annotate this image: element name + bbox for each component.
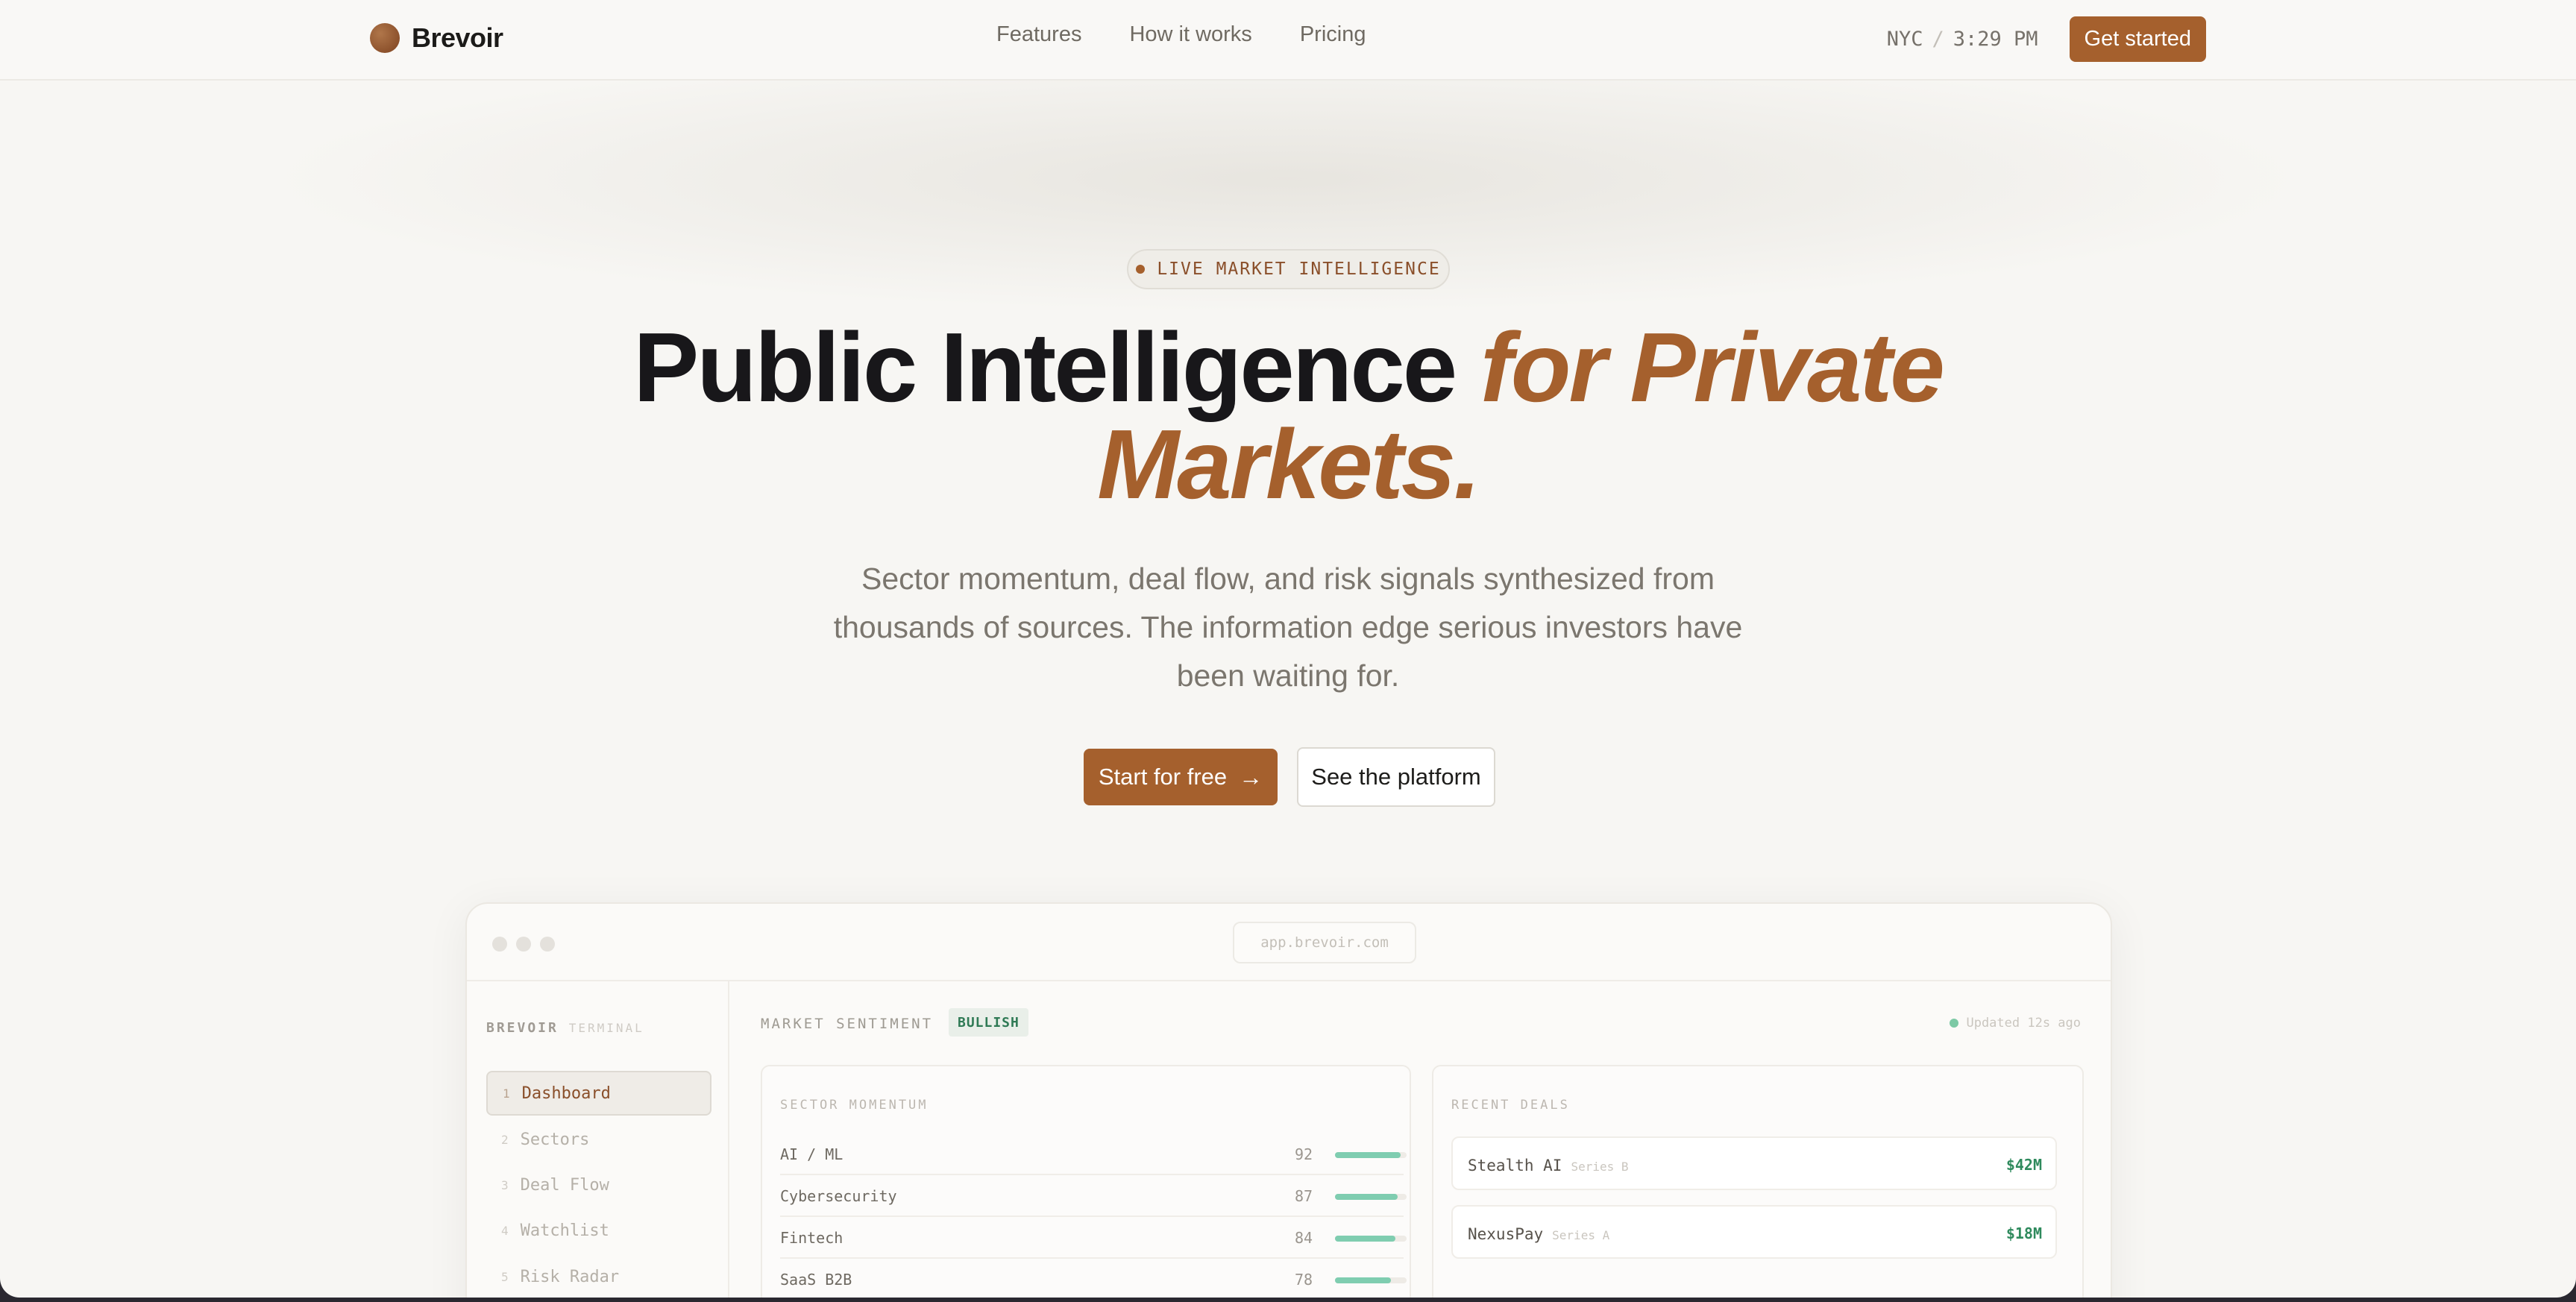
sidebar-item-number: 4 bbox=[501, 1223, 509, 1238]
momentum-bar bbox=[1335, 1236, 1407, 1242]
hero-cta-row: Start for free → See the platform bbox=[1084, 747, 1495, 807]
sidebar-item-deal-flow[interactable]: 3 Deal Flow bbox=[486, 1163, 711, 1207]
deal-name: NexusPay bbox=[1468, 1225, 1544, 1243]
arrow-right-icon: → bbox=[1239, 763, 1263, 790]
see-the-platform-button[interactable]: See the platform bbox=[1297, 747, 1495, 807]
recent-deals-panel: RECENT DEALS Stealth AI Series B $42M Nexus… bbox=[1432, 1065, 2084, 1298]
sector-name: AI / ML bbox=[780, 1145, 844, 1163]
momentum-bar-fill bbox=[1335, 1194, 1398, 1200]
list-item[interactable]: Stealth AI Series B $42M bbox=[1451, 1136, 2057, 1190]
updated-text: Updated 12s ago bbox=[1966, 1016, 2081, 1031]
momentum-bar bbox=[1335, 1277, 1407, 1283]
momentum-bar bbox=[1335, 1152, 1407, 1158]
sidebar-item-number: 5 bbox=[501, 1269, 509, 1284]
deal-name: Stealth AI bbox=[1468, 1157, 1562, 1174]
hero-subtext: Sector momentum, deal flow, and risk sig… bbox=[833, 562, 1743, 693]
deal-name-wrap: NexusPay Series A bbox=[1468, 1225, 1609, 1243]
sector-score: 87 bbox=[1295, 1187, 1313, 1205]
window-dot-icon bbox=[492, 937, 507, 952]
city-time-separator: / bbox=[1932, 28, 1944, 51]
sidebar-item-sectors[interactable]: 2 Sectors bbox=[486, 1117, 711, 1162]
sidebar-item-number: 2 bbox=[501, 1132, 509, 1147]
terminal-brand: BREVOIR TERMINAL bbox=[486, 1020, 644, 1036]
sector-name: SaaS B2B bbox=[780, 1271, 852, 1289]
top-nav: Brevoir Features How it works Pricing NY… bbox=[0, 0, 2576, 81]
table-row[interactable]: Cybersecurity 87 bbox=[780, 1175, 1407, 1217]
momentum-bar bbox=[1335, 1194, 1407, 1200]
app-preview: app.brevoir.com BREVOIR TERMINAL 1 Dashb… bbox=[465, 902, 2112, 1298]
sidebar-item-label: Deal Flow bbox=[520, 1175, 609, 1195]
live-badge-text: LIVE MARKET INTELLIGENCE bbox=[1157, 260, 1441, 279]
start-for-free-label: Start for free bbox=[1098, 764, 1228, 790]
deal-amount: $18M bbox=[2005, 1224, 2042, 1242]
app-window-bar: app.brevoir.com bbox=[467, 904, 2111, 981]
panel-title: SECTOR MOMENTUM bbox=[780, 1098, 929, 1113]
sentiment-badge: BULLISH bbox=[949, 1008, 1028, 1037]
sidebar-item-risk-radar[interactable]: 5 Risk Radar bbox=[486, 1254, 711, 1298]
window-dot-icon bbox=[540, 937, 555, 952]
sector-name: Cybersecurity bbox=[780, 1187, 897, 1205]
table-row[interactable]: SaaS B2B 78 bbox=[780, 1259, 1407, 1298]
brand-dot-icon bbox=[370, 23, 400, 53]
sidebar-item-label: Dashboard bbox=[521, 1084, 611, 1103]
get-started-button[interactable]: Get started bbox=[2069, 16, 2206, 62]
sidebar-item-watchlist[interactable]: 4 Watchlist bbox=[486, 1208, 711, 1253]
table-row[interactable]: AI / ML 92 bbox=[780, 1133, 1407, 1175]
momentum-bar-fill bbox=[1335, 1277, 1391, 1283]
sector-score: 92 bbox=[1295, 1145, 1313, 1163]
headline-accent-2: Markets. bbox=[1097, 409, 1481, 519]
sidebar-item-label: Risk Radar bbox=[520, 1267, 620, 1286]
updated-status: Updated 12s ago bbox=[1950, 1016, 2081, 1031]
nav-right: NYC / 3:29 PM Get started bbox=[1887, 16, 2206, 62]
sidebar-item-number: 3 bbox=[501, 1177, 509, 1192]
list-item[interactable]: NexusPay Series A $18M bbox=[1451, 1205, 2057, 1259]
nav-link-features[interactable]: Features bbox=[996, 22, 1081, 47]
sidebar-item-label: Sectors bbox=[520, 1130, 590, 1149]
deal-series: Series B bbox=[1571, 1160, 1629, 1174]
nav-link-how-it-works[interactable]: How it works bbox=[1129, 22, 1251, 47]
headline-plain: Public Intelligence bbox=[633, 312, 1480, 422]
city-label: NYC bbox=[1886, 28, 1923, 51]
sector-score: 78 bbox=[1295, 1271, 1313, 1289]
brand-name: Brevoir bbox=[412, 22, 503, 53]
sector-name: Fintech bbox=[780, 1229, 844, 1247]
deal-name-wrap: Stealth AI Series B bbox=[1468, 1157, 1629, 1174]
deal-series: Series A bbox=[1552, 1228, 1610, 1242]
deal-amount: $42M bbox=[2005, 1156, 2042, 1174]
sidebar-item-label: Watchlist bbox=[520, 1221, 609, 1240]
terminal-brand-suffix: TERMINAL bbox=[568, 1021, 644, 1035]
momentum-bar-fill bbox=[1335, 1152, 1401, 1158]
brand-logo[interactable]: Brevoir bbox=[370, 22, 503, 54]
clock: 3:29 PM bbox=[1953, 28, 2038, 51]
live-dot-icon bbox=[1136, 265, 1146, 274]
app-sidebar: BREVOIR TERMINAL 1 Dashboard 2 Sectors 3… bbox=[467, 981, 729, 1298]
hero-headline: Public Intelligence for Private Markets. bbox=[0, 318, 2576, 514]
status-dot-icon bbox=[1950, 1019, 1959, 1028]
market-sentiment-label: MARKET SENTIMENT bbox=[761, 1016, 934, 1032]
momentum-bar-fill bbox=[1335, 1236, 1395, 1242]
live-badge: LIVE MARKET INTELLIGENCE bbox=[1127, 249, 1450, 289]
table-row[interactable]: Fintech 84 bbox=[780, 1217, 1407, 1259]
url-bar[interactable]: app.brevoir.com bbox=[1233, 922, 1416, 963]
terminal-brand-name: BREVOIR bbox=[486, 1020, 559, 1036]
panel-title: RECENT DEALS bbox=[1451, 1098, 1570, 1113]
window-dot-icon bbox=[516, 937, 531, 952]
nav-link-pricing[interactable]: Pricing bbox=[1300, 22, 1366, 47]
nav-links: Features How it works Pricing bbox=[996, 22, 1413, 47]
sector-score: 84 bbox=[1295, 1229, 1313, 1247]
sidebar-item-number: 1 bbox=[503, 1086, 510, 1101]
landing-page: Brevoir Features How it works Pricing NY… bbox=[0, 0, 2576, 1298]
sidebar-item-dashboard[interactable]: 1 Dashboard bbox=[486, 1071, 711, 1116]
start-for-free-button[interactable]: Start for free → bbox=[1084, 749, 1278, 805]
sector-momentum-panel: SECTOR MOMENTUM AI / ML 92 Cybersecurity 87… bbox=[761, 1065, 1411, 1298]
headline-accent-1: for Private bbox=[1480, 312, 1945, 422]
